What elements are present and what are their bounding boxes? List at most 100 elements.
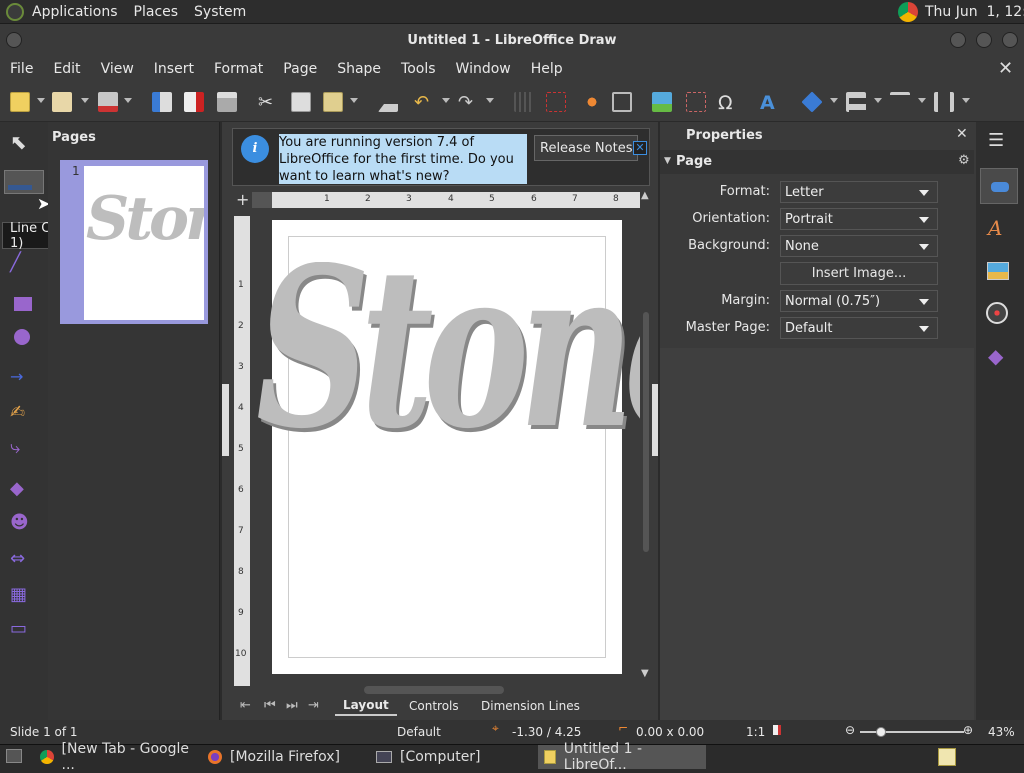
clone-formatting-icon[interactable] bbox=[378, 92, 398, 112]
arrow-line-tool-icon[interactable]: → bbox=[10, 367, 34, 391]
page-section-header[interactable]: ▼ Page ⚙ bbox=[660, 150, 974, 174]
undo-icon[interactable]: ↶ bbox=[414, 92, 434, 113]
redo-icon[interactable]: ↷ bbox=[458, 92, 478, 113]
margin-select[interactable]: Normal (0.75″) bbox=[780, 290, 938, 312]
callouts-icon[interactable]: ▭ bbox=[10, 618, 34, 642]
menu-insert[interactable]: Insert bbox=[144, 61, 204, 77]
vertical-scroll-thumb[interactable] bbox=[643, 312, 649, 552]
close-document-icon[interactable]: ✕ bbox=[998, 58, 1013, 79]
zoom-out-icon[interactable]: ⊖ bbox=[845, 723, 855, 737]
horizontal-scroll-thumb[interactable] bbox=[364, 686, 504, 694]
menu-shape[interactable]: Shape bbox=[327, 61, 391, 77]
zoom-in-icon[interactable]: ⊕ bbox=[963, 723, 973, 737]
next-page-icon[interactable]: ⏭ bbox=[286, 698, 298, 713]
connector-tool-icon[interactable]: ⤷ bbox=[10, 437, 34, 461]
window-menu-icon[interactable] bbox=[6, 32, 22, 48]
zoom-percent[interactable]: 43% bbox=[988, 725, 1015, 739]
prev-page-icon[interactable]: ⏮ bbox=[264, 698, 276, 713]
page-thumbnail-1[interactable]: 1 Stone bbox=[60, 160, 208, 324]
show-desktop-icon[interactable] bbox=[6, 749, 22, 763]
helplines-icon[interactable] bbox=[546, 92, 566, 112]
chrome-icon[interactable] bbox=[898, 2, 918, 22]
maximize-button[interactable] bbox=[976, 32, 992, 48]
transformations-icon[interactable] bbox=[801, 91, 823, 113]
paste-icon[interactable] bbox=[323, 92, 343, 112]
menu-help[interactable]: Help bbox=[521, 61, 573, 77]
pages-collapse-handle[interactable] bbox=[222, 384, 229, 456]
section-settings-icon[interactable]: ⚙ bbox=[958, 153, 970, 168]
cut-icon[interactable]: ✂ bbox=[258, 92, 278, 113]
open-folder-icon[interactable] bbox=[52, 92, 72, 112]
menu-format[interactable]: Format bbox=[204, 61, 273, 77]
rectangle-tool-icon[interactable] bbox=[10, 292, 34, 316]
save-icon[interactable] bbox=[98, 92, 118, 112]
paste-dropdown-icon[interactable] bbox=[350, 98, 358, 103]
vertical-ruler[interactable]: 1 2 3 4 5 6 7 8 9 10 bbox=[234, 216, 250, 686]
taskbar-item-libreoffice[interactable]: Untitled 1 - LibreOf... bbox=[538, 741, 706, 773]
document-modified-icon[interactable] bbox=[773, 725, 781, 735]
copy-icon[interactable] bbox=[291, 92, 311, 112]
align-dropdown-icon[interactable] bbox=[874, 98, 882, 103]
symbol-shapes-icon[interactable]: ☻ bbox=[10, 512, 34, 536]
background-select[interactable]: None bbox=[780, 235, 938, 257]
undo-dropdown-icon[interactable] bbox=[442, 98, 450, 103]
clock[interactable]: Thu Jun 1, 12:59 bbox=[925, 4, 1024, 20]
snap-icon[interactable] bbox=[582, 92, 602, 112]
slide-counter[interactable]: Slide 1 of 1 bbox=[10, 725, 78, 739]
taskbar-item-computer[interactable]: [Computer] bbox=[370, 745, 538, 769]
text-box-icon[interactable]: A bbox=[760, 92, 780, 114]
close-infobar-icon[interactable]: ✕ bbox=[633, 141, 647, 155]
sidebar-collapse-handle[interactable] bbox=[652, 384, 658, 456]
tray-libreoffice-icon[interactable] bbox=[938, 748, 956, 766]
new-document-icon[interactable] bbox=[10, 92, 30, 112]
scroll-up-icon[interactable]: ▲ bbox=[641, 190, 649, 201]
menu-tools[interactable]: Tools bbox=[391, 61, 446, 77]
first-page-icon[interactable]: ⇤ bbox=[240, 698, 251, 713]
scale-readout[interactable]: 1:1 bbox=[746, 725, 765, 739]
insert-image-button[interactable]: Insert Image... bbox=[780, 262, 938, 285]
close-window-button[interactable] bbox=[1002, 32, 1018, 48]
arrange-dropdown-icon[interactable] bbox=[918, 98, 926, 103]
open-dropdown-icon[interactable] bbox=[81, 98, 89, 103]
release-notes-button[interactable]: Release Notes bbox=[534, 135, 639, 161]
zoom-slider[interactable] bbox=[860, 727, 964, 737]
line-tool-icon[interactable]: ╱ bbox=[10, 252, 34, 276]
system-logo-icon[interactable] bbox=[6, 2, 24, 21]
styles-deck-icon[interactable]: A bbox=[988, 216, 1002, 240]
menu-file[interactable]: File bbox=[0, 61, 43, 77]
line-color-button[interactable] bbox=[4, 170, 44, 194]
redo-dropdown-icon[interactable] bbox=[486, 98, 494, 103]
curve-tool-icon[interactable]: ✍ bbox=[10, 402, 34, 426]
distribute-dropdown-icon[interactable] bbox=[962, 98, 970, 103]
taskbar-item-chrome[interactable]: [New Tab - Google ... bbox=[34, 741, 202, 773]
navigator-deck-icon[interactable] bbox=[986, 302, 1008, 324]
window-titlebar[interactable]: Untitled 1 - LibreOffice Draw bbox=[0, 24, 1024, 56]
tab-layout[interactable]: Layout bbox=[335, 696, 397, 716]
transformations-dropdown-icon[interactable] bbox=[830, 98, 838, 103]
align-left-icon[interactable] bbox=[846, 92, 866, 112]
export-pdf-icon[interactable] bbox=[184, 92, 204, 112]
places-menu[interactable]: Places bbox=[126, 4, 187, 20]
wordart-object[interactable]: Stone bbox=[256, 262, 640, 522]
scroll-down-icon[interactable]: ▼ bbox=[641, 668, 649, 679]
shapes-deck-icon[interactable]: ◆ bbox=[988, 344, 1003, 368]
new-dropdown-icon[interactable] bbox=[37, 98, 45, 103]
save-dropdown-icon[interactable] bbox=[124, 98, 132, 103]
menu-edit[interactable]: Edit bbox=[43, 61, 90, 77]
ruler-origin-icon[interactable]: + bbox=[236, 190, 249, 209]
arrange-icon[interactable] bbox=[890, 92, 910, 112]
insert-image-icon[interactable] bbox=[652, 92, 672, 112]
block-arrows-icon[interactable]: ⇔ bbox=[10, 548, 34, 572]
master-page-select[interactable]: Default bbox=[780, 317, 938, 339]
master-page-status[interactable]: Default bbox=[397, 725, 441, 739]
flowchart-icon[interactable]: ▦ bbox=[10, 584, 34, 608]
format-select[interactable]: Letter bbox=[780, 181, 938, 203]
system-menu[interactable]: System bbox=[186, 4, 254, 20]
last-page-icon[interactable]: ⇥ bbox=[308, 698, 319, 713]
menu-view[interactable]: View bbox=[91, 61, 144, 77]
print-icon[interactable] bbox=[217, 92, 237, 112]
select-arrow-icon[interactable]: ⬉ bbox=[10, 130, 34, 154]
distribute-icon[interactable] bbox=[934, 92, 954, 112]
menu-window[interactable]: Window bbox=[446, 61, 521, 77]
orientation-select[interactable]: Portrait bbox=[780, 208, 938, 230]
